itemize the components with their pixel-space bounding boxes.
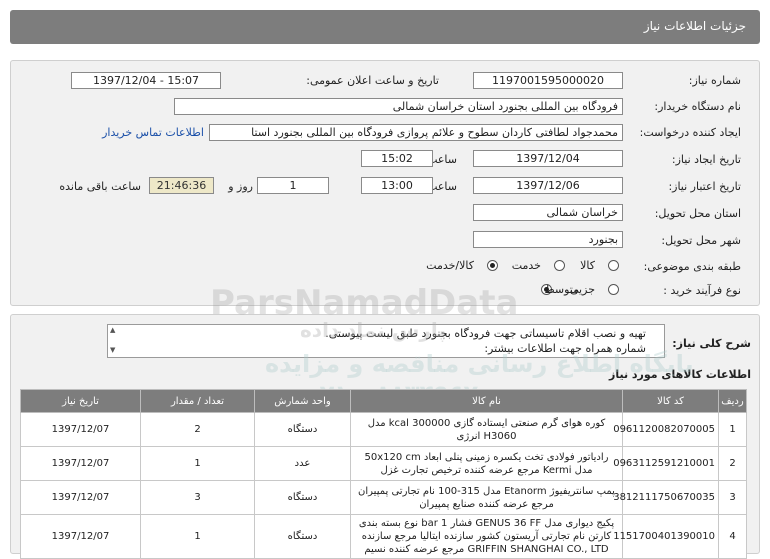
col-date: تاریخ نیاز	[20, 389, 141, 413]
category-label: طبقه بندی موضوعی:	[643, 260, 741, 273]
page-title-bar: جزئیات اطلاعات نیاز	[10, 10, 760, 44]
goods-name-line: مدل Kermi مرجع عرضه کننده ترخیص تجارت غز…	[380, 464, 593, 476]
city-field[interactable]: بجنورد	[473, 231, 623, 248]
row-number: 2	[718, 446, 747, 481]
remaining-label: ساعت باقی مانده	[59, 180, 141, 193]
validity-date-label: تاریخ اعتبار نیاز:	[668, 180, 741, 193]
col-unit: واحد شمارش	[254, 389, 351, 413]
requester-label: ایجاد کننده درخواست:	[639, 126, 741, 139]
created-time-field[interactable]: 15:02	[361, 150, 433, 167]
goods-unit: دستگاه	[254, 412, 351, 447]
goods-unit: عدد	[254, 446, 351, 481]
goods-name-line: H3060 انرژی	[456, 430, 517, 442]
row-number: 3	[718, 480, 747, 515]
announce-field[interactable]: 1397/12/04 - 15:07	[71, 72, 221, 89]
goods-code: 1151700401390010	[613, 514, 719, 559]
requester-field[interactable]: محمدجواد لطافتی کاردان سطوح و علائم پروا…	[209, 124, 623, 141]
table-row: 2 0963112591210001 رادیاتور فولادی تخت ی…	[20, 446, 747, 481]
goods-name: رادیاتور فولادی تخت یکسره زمینی پنلی ابع…	[350, 446, 623, 481]
watermark-fa2: پایگاه اطلاع رسانی مناقصه و مزایده	[265, 350, 694, 378]
goods-date: 1397/12/07	[20, 446, 141, 481]
scroll-down-icon[interactable]: ▼	[110, 346, 115, 354]
goods-name-line: مرجع عرضه کننده صنایع پمپیران	[419, 498, 554, 510]
goods-code: 0961120082070005	[613, 412, 719, 447]
table-row: 1 0961120082070005 کوره هوای گرم صنعتی ا…	[20, 412, 747, 447]
goods-name-line: پکیج دیواری مدل GENUS 36 FF فشار 1 bar ن…	[358, 518, 615, 529]
goods-name: پمپ سانتریفیوژ Etanorm مدل 315-100 نام ت…	[350, 480, 623, 515]
category-goods-radio[interactable]	[608, 260, 619, 271]
days-field[interactable]: 1	[257, 177, 329, 194]
col-name: نام کالا	[350, 389, 623, 413]
need-details-panel: شماره نیاز: 1197001595000020 تاریخ و ساع…	[10, 60, 760, 306]
buyer-label: نام دستگاه خریدار:	[654, 100, 741, 113]
goods-date: 1397/12/07	[20, 412, 141, 447]
goods-name-line: پمپ سانتریفیوژ Etanorm مدل 315-100 نام ت…	[358, 485, 615, 497]
province-field[interactable]: خراسان شمالی	[473, 204, 623, 221]
goods-name-line: رادیاتور فولادی تخت یکسره زمینی پنلی ابع…	[364, 451, 609, 463]
validity-time-field[interactable]: 13:00	[361, 177, 433, 194]
goods-table: ردیف کد کالا نام کالا واحد شمارش تعداد /…	[20, 389, 747, 559]
goods-unit: دستگاه	[254, 514, 351, 559]
scroll-up-icon[interactable]: ▲	[110, 326, 115, 334]
watermark-fa1: پارس نماد داده	[300, 318, 446, 342]
process-medium-label: متوسط	[544, 283, 579, 296]
row-number: 4	[718, 514, 747, 559]
table-row: 4 1151700401390010 پکیج دیواری مدل GENUS…	[20, 514, 747, 559]
goods-qty: 3	[140, 480, 255, 515]
goods-name: کوره هوای گرم صنعتی ایستاده گازی 300000 …	[350, 412, 623, 447]
remaining-time-field: 21:46:36	[149, 177, 214, 194]
goods-unit: دستگاه	[254, 480, 351, 515]
goods-code: 0963112591210001	[613, 446, 719, 481]
watermark-brand: ParsNamadData	[210, 283, 519, 323]
table-row: 3 3812111750670035 پمپ سانتریفیوژ Etanor…	[20, 480, 747, 515]
process-minor-radio[interactable]	[608, 284, 619, 295]
description-label: شرح کلی نیاز:	[672, 337, 751, 350]
page-title: جزئیات اطلاعات نیاز	[643, 19, 746, 33]
buyer-contact-link[interactable]: اطلاعات تماس خریدار	[102, 126, 204, 139]
goods-qty: 2	[140, 412, 255, 447]
goods-table-header: ردیف کد کالا نام کالا واحد شمارش تعداد /…	[20, 389, 747, 413]
announce-label: تاریخ و ساعت اعلان عمومی:	[306, 74, 439, 87]
day-and-label: روز و	[228, 180, 253, 193]
need-number-label: شماره نیاز:	[688, 74, 741, 87]
goods-qty: 1	[140, 446, 255, 481]
created-date-field[interactable]: 1397/12/04	[473, 150, 623, 167]
goods-code: 3812111750670035	[613, 480, 719, 515]
goods-name: پکیج دیواری مدل GENUS 36 FF فشار 1 bar ن…	[350, 514, 623, 559]
need-number-field[interactable]: 1197001595000020	[473, 72, 623, 89]
category-service-label: خدمت	[511, 259, 541, 272]
goods-qty: 1	[140, 514, 255, 559]
col-row: ردیف	[718, 389, 747, 413]
validity-date-field[interactable]: 1397/12/06	[473, 177, 623, 194]
province-label: استان محل تحویل:	[654, 207, 741, 220]
process-label: نوع فرآیند خرید :	[663, 284, 741, 297]
category-service-radio[interactable]	[554, 260, 565, 271]
category-goods-service-radio[interactable]	[487, 260, 498, 271]
created-date-label: تاریخ ایجاد نیاز:	[671, 153, 741, 166]
col-qty: تعداد / مقدار	[140, 389, 255, 413]
category-goods-label: کالا	[580, 259, 595, 272]
city-label: شهر محل تحویل:	[661, 234, 741, 247]
row-number: 1	[718, 412, 747, 447]
goods-date: 1397/12/07	[20, 514, 141, 559]
buyer-field[interactable]: فرودگاه بین المللی بجنورد استان خراسان ش…	[174, 98, 623, 115]
category-goods-service-label: کالا/خدمت	[426, 259, 474, 272]
goods-name-line: کوره هوای گرم صنعتی ایستاده گازی 300000 …	[367, 417, 606, 429]
goods-name-line: کارتن نام تجارتی آریستون کشور سازنده ایت…	[361, 531, 612, 542]
col-code: کد کالا	[622, 389, 719, 413]
goods-date: 1397/12/07	[20, 480, 141, 515]
